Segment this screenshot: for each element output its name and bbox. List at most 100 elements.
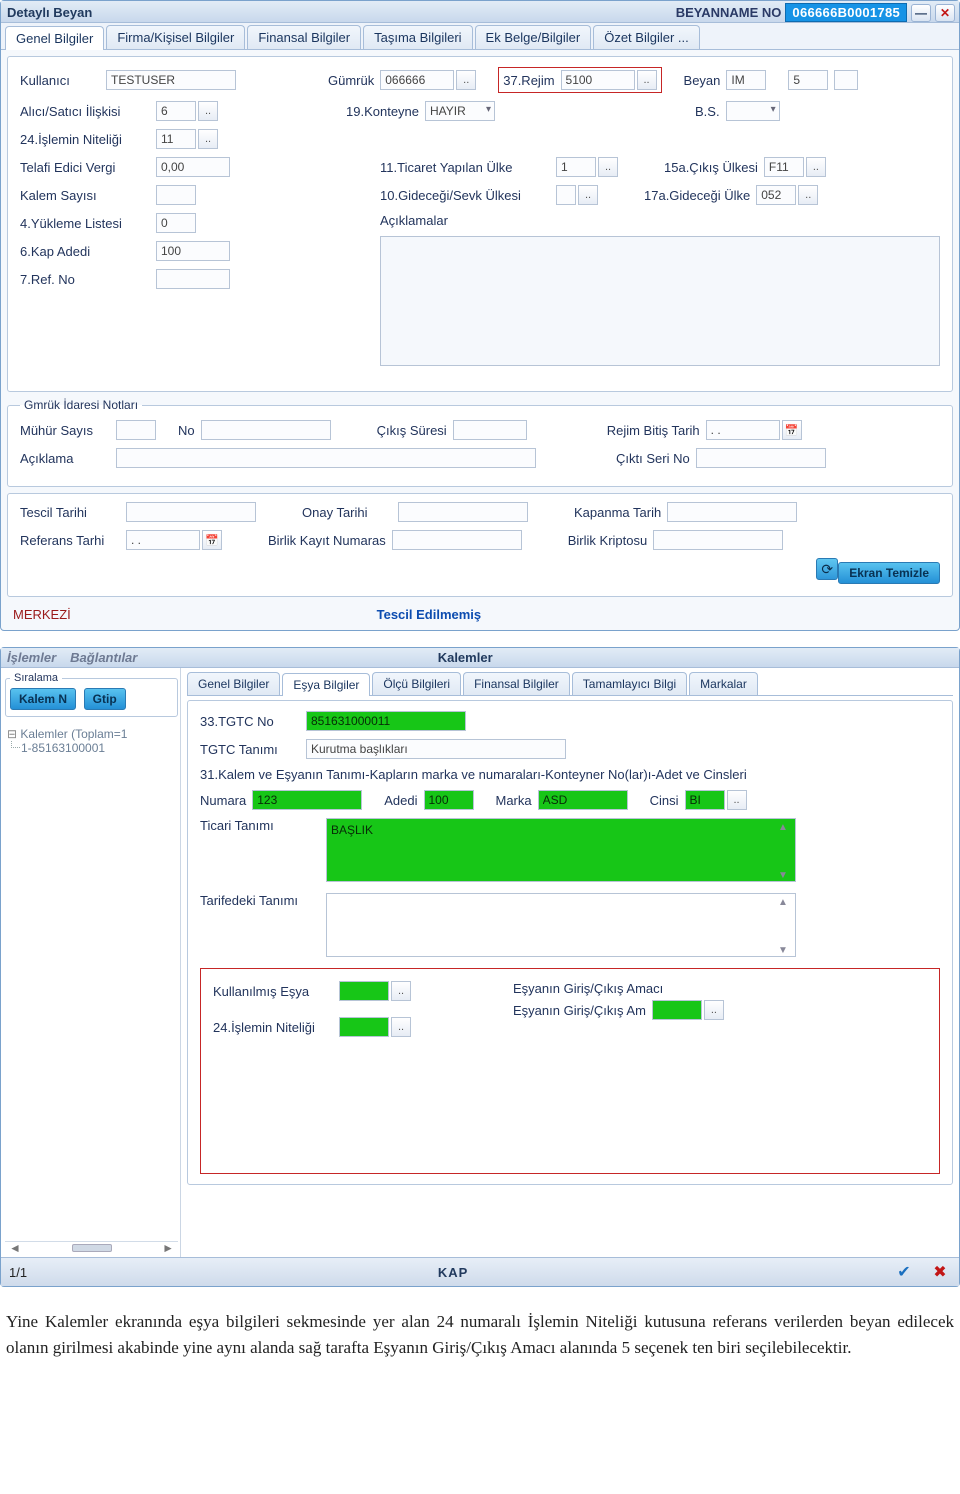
alici-field[interactable] xyxy=(156,101,196,121)
menu-islemler[interactable]: İşlemler xyxy=(7,650,56,665)
menu-baglantilar[interactable]: Bağlantılar xyxy=(70,650,137,665)
rejim-bitis-date-icon[interactable]: 📅 xyxy=(782,420,802,440)
islem24-field[interactable] xyxy=(339,1017,389,1037)
tab-ozet[interactable]: Özet Bilgiler ... xyxy=(593,25,700,49)
birlik-kripto-field[interactable] xyxy=(653,530,783,550)
tree-root[interactable]: Kalemler (Toplam=1 xyxy=(7,727,176,741)
footer-bar: 1/1 KAP ✔ ✖ xyxy=(1,1257,959,1286)
bs-select[interactable] xyxy=(726,101,780,121)
tab2-tamamlayici[interactable]: Tamamlayıcı Bilgi xyxy=(572,672,687,695)
adedi-field[interactable] xyxy=(424,790,474,810)
onay-field[interactable] xyxy=(398,502,528,522)
birlik-kayit-label: Birlik Kayıt Numaras xyxy=(268,533,386,548)
delete-icon[interactable]: ✖ xyxy=(929,1262,951,1282)
ticari-tanim-label: Ticari Tanımı xyxy=(200,818,320,833)
konteyner-select[interactable]: HAYIR xyxy=(425,101,495,121)
ekran-temizle-button[interactable]: Ekran Temizle xyxy=(838,562,940,584)
ticaret-ulke-field[interactable] xyxy=(556,157,596,177)
aciklamalar-textarea[interactable] xyxy=(380,236,940,366)
egca-field[interactable] xyxy=(652,1000,702,1020)
sidebar: Sıralama Kalem N Gtip Kalemler (Toplam=1… xyxy=(1,668,181,1257)
tab2-genel[interactable]: Genel Bilgiler xyxy=(187,672,280,695)
ticari-tanim-textarea[interactable] xyxy=(326,818,796,882)
kullanilmis-lookup[interactable]: .. xyxy=(391,981,411,1001)
gidecek-sevk-field[interactable] xyxy=(556,185,576,205)
islem-nitelik-field[interactable] xyxy=(156,129,196,149)
tgtc-no-field[interactable] xyxy=(306,711,466,731)
red-highlight-area: Kullanılmış Eşya .. 24.İşlemin Niteliği … xyxy=(200,968,940,1174)
siralama-fieldset: Sıralama Kalem N Gtip xyxy=(5,672,178,717)
gtip-button[interactable]: Gtip xyxy=(84,688,126,710)
kap-adedi-field[interactable] xyxy=(156,241,230,261)
ticaret-ulke-lookup[interactable]: .. xyxy=(598,157,618,177)
aciklama-field[interactable] xyxy=(116,448,536,468)
gumruk-lookup[interactable]: .. xyxy=(456,70,476,90)
tgtc-tanim-field[interactable] xyxy=(306,739,566,759)
rejim-highlight: 37.Rejim .. xyxy=(498,67,661,93)
kapanma-field[interactable] xyxy=(667,502,797,522)
tree[interactable]: Kalemler (Toplam=1 1-85163100001 xyxy=(5,721,178,1241)
beyan-num-field[interactable] xyxy=(788,70,828,90)
tarifedeki-textarea[interactable] xyxy=(326,893,796,957)
birlik-kripto-label: Birlik Kriptosu xyxy=(568,533,647,548)
beyan-code-field[interactable] xyxy=(726,70,766,90)
tab2-esya[interactable]: Eşya Bilgiler xyxy=(282,673,370,696)
islem-nitelik-lookup[interactable]: .. xyxy=(198,129,218,149)
kullanici-field[interactable] xyxy=(106,70,236,90)
birlik-kayit-field[interactable] xyxy=(392,530,522,550)
beyan-extra-field[interactable] xyxy=(834,70,858,90)
tree-leaf[interactable]: 1-85163100001 xyxy=(21,741,176,755)
tab2-finansal[interactable]: Finansal Bilgiler xyxy=(463,672,570,695)
kullanilmis-field[interactable] xyxy=(339,981,389,1001)
kalemler-window: İşlemler Bağlantılar Kalemler Sıralama K… xyxy=(0,647,960,1287)
muhur-field[interactable] xyxy=(116,420,156,440)
scroll-thumb[interactable] xyxy=(72,1244,112,1252)
tab-tasima[interactable]: Taşıma Bilgileri xyxy=(363,25,472,49)
confirm-icon[interactable]: ✔ xyxy=(893,1262,915,1282)
islem24-lookup[interactable]: .. xyxy=(391,1017,411,1037)
cikti-seri-field[interactable] xyxy=(696,448,826,468)
marka-field[interactable] xyxy=(538,790,628,810)
gidecek-ulke-field[interactable] xyxy=(756,185,796,205)
no-field[interactable] xyxy=(201,420,331,440)
yuk-listesi-field[interactable] xyxy=(156,213,196,233)
cinsi-field[interactable] xyxy=(685,790,725,810)
scroll-left-icon[interactable]: ◄ xyxy=(9,1241,21,1255)
main-area: Genel Bilgiler Eşya Bilgiler Ölçü Bilgil… xyxy=(181,668,959,1257)
gidecek-ulke-lookup[interactable]: .. xyxy=(798,185,818,205)
yuk-listesi-label: 4.Yükleme Listesi xyxy=(20,216,150,231)
tgtc-no-label: 33.TGTC No xyxy=(200,714,300,729)
kalem-sayisi-field[interactable] xyxy=(156,185,196,205)
cikis-suresi-field[interactable] xyxy=(453,420,527,440)
refresh-icon[interactable]: ⟳ xyxy=(816,558,838,580)
rejim-field[interactable] xyxy=(561,70,635,90)
cinsi-lookup[interactable]: .. xyxy=(727,790,747,810)
tab2-olcu[interactable]: Ölçü Bilgileri xyxy=(372,672,461,695)
gumruk-field[interactable] xyxy=(380,70,454,90)
tab-firma-kisisel[interactable]: Firma/Kişisel Bilgiler xyxy=(106,25,245,49)
rejim-bitis-field[interactable] xyxy=(706,420,780,440)
cikis-ulkesi-lookup[interactable]: .. xyxy=(806,157,826,177)
ref-no-field[interactable] xyxy=(156,269,230,289)
tab-ek-belge[interactable]: Ek Belge/Bilgiler xyxy=(475,25,592,49)
numara-field[interactable] xyxy=(252,790,362,810)
close-button[interactable]: ✕ xyxy=(935,4,955,22)
rejim-lookup[interactable]: .. xyxy=(637,70,657,90)
tescil-field[interactable] xyxy=(126,502,256,522)
sidebar-scrollbar[interactable]: ◄ ► xyxy=(5,1241,178,1253)
gmruk-notlari-legend: Gmrük İdaresi Notları xyxy=(20,398,142,412)
tab-finansal[interactable]: Finansal Bilgiler xyxy=(247,25,361,49)
egca-lookup[interactable]: .. xyxy=(704,1000,724,1020)
kalem-n-button[interactable]: Kalem N xyxy=(10,688,76,710)
esya-panel: 33.TGTC No TGTC Tanımı 31.Kalem ve Eşyan… xyxy=(187,700,953,1185)
alici-lookup[interactable]: .. xyxy=(198,101,218,121)
gidecek-sevk-lookup[interactable]: .. xyxy=(578,185,598,205)
telafi-field[interactable] xyxy=(156,157,230,177)
ref-tarih-date-icon[interactable]: 📅 xyxy=(202,530,222,550)
tab2-markalar[interactable]: Markalar xyxy=(689,672,758,695)
scroll-right-icon[interactable]: ► xyxy=(162,1241,174,1255)
minimize-button[interactable]: — xyxy=(911,4,931,22)
ref-tarih-field[interactable] xyxy=(126,530,200,550)
tab-genel-bilgiler[interactable]: Genel Bilgiler xyxy=(5,26,104,50)
cikis-ulkesi-field[interactable] xyxy=(764,157,804,177)
